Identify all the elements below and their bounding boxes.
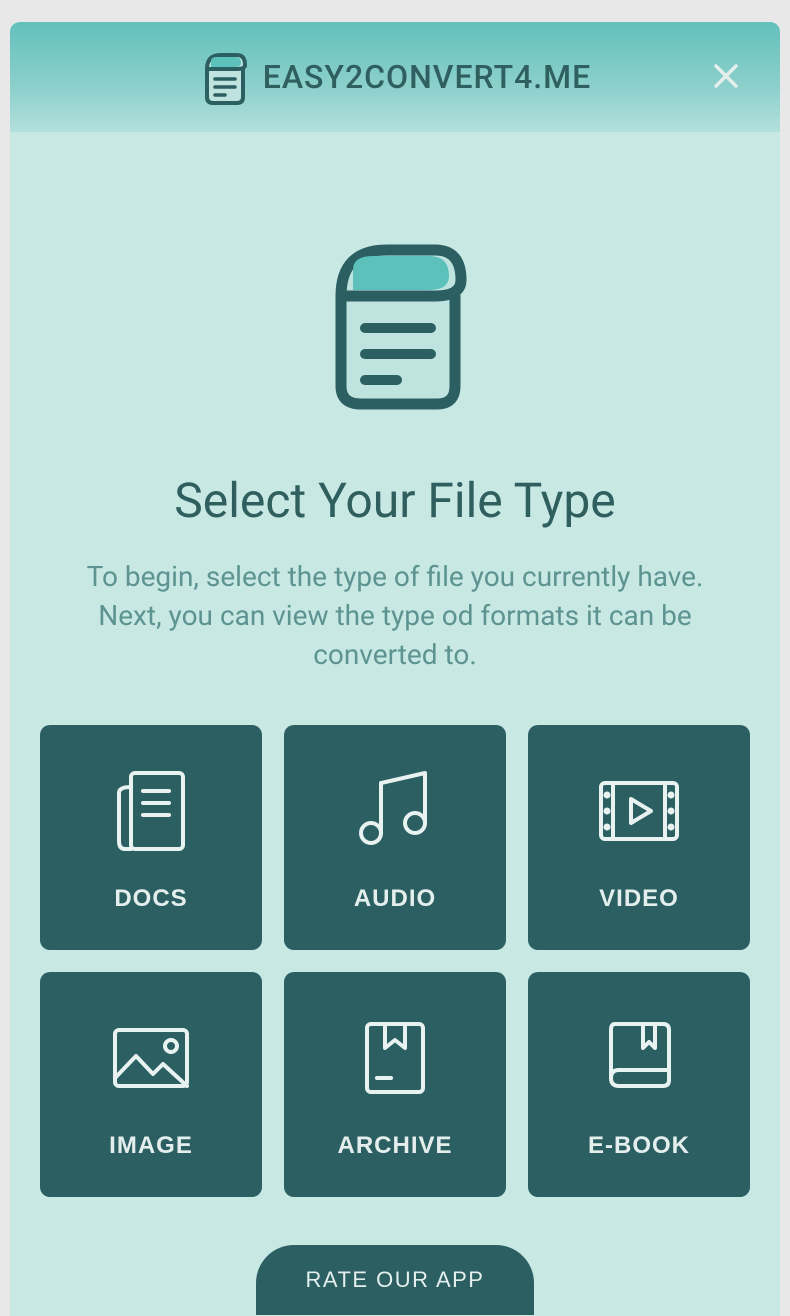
rate-app-button[interactable]: RATE OUR APP bbox=[256, 1245, 535, 1315]
close-icon bbox=[712, 62, 740, 93]
modal-header: EASY2CONVERT4.ME bbox=[10, 22, 780, 132]
header-logo: EASY2CONVERT4.ME bbox=[199, 49, 592, 105]
tile-label: VIDEO bbox=[599, 885, 679, 913]
file-type-docs[interactable]: DOCS bbox=[40, 725, 262, 950]
file-type-audio[interactable]: AUDIO bbox=[284, 725, 506, 950]
archive-icon bbox=[345, 1008, 445, 1108]
video-icon bbox=[589, 761, 689, 861]
modal-container: EASY2CONVERT4.ME Select Your File Type T… bbox=[10, 22, 780, 1316]
tile-label: AUDIO bbox=[354, 885, 436, 913]
page-title: Select Your File Type bbox=[174, 472, 616, 529]
file-type-ebook[interactable]: E-BOOK bbox=[528, 972, 750, 1197]
tile-label: IMAGE bbox=[109, 1132, 193, 1160]
modal-content: Select Your File Type To begin, select t… bbox=[10, 132, 780, 1316]
file-type-image[interactable]: IMAGE bbox=[40, 972, 262, 1197]
file-type-grid: DOCS AUDIO bbox=[40, 725, 750, 1197]
file-type-video[interactable]: VIDEO bbox=[528, 725, 750, 950]
image-icon bbox=[101, 1008, 201, 1108]
tile-label: ARCHIVE bbox=[337, 1132, 452, 1160]
audio-icon bbox=[345, 761, 445, 861]
file-type-archive[interactable]: ARCHIVE bbox=[284, 972, 506, 1197]
document-clip-icon bbox=[199, 49, 249, 105]
header-title: EASY2CONVERT4.ME bbox=[263, 58, 592, 96]
ebook-icon bbox=[589, 1008, 689, 1108]
page-subtitle: To begin, select the type of file you cu… bbox=[55, 557, 735, 675]
document-clip-icon bbox=[315, 232, 475, 412]
tile-label: E-BOOK bbox=[588, 1132, 690, 1160]
tile-label: DOCS bbox=[114, 885, 187, 913]
close-button[interactable] bbox=[708, 59, 744, 95]
docs-icon bbox=[101, 761, 201, 861]
